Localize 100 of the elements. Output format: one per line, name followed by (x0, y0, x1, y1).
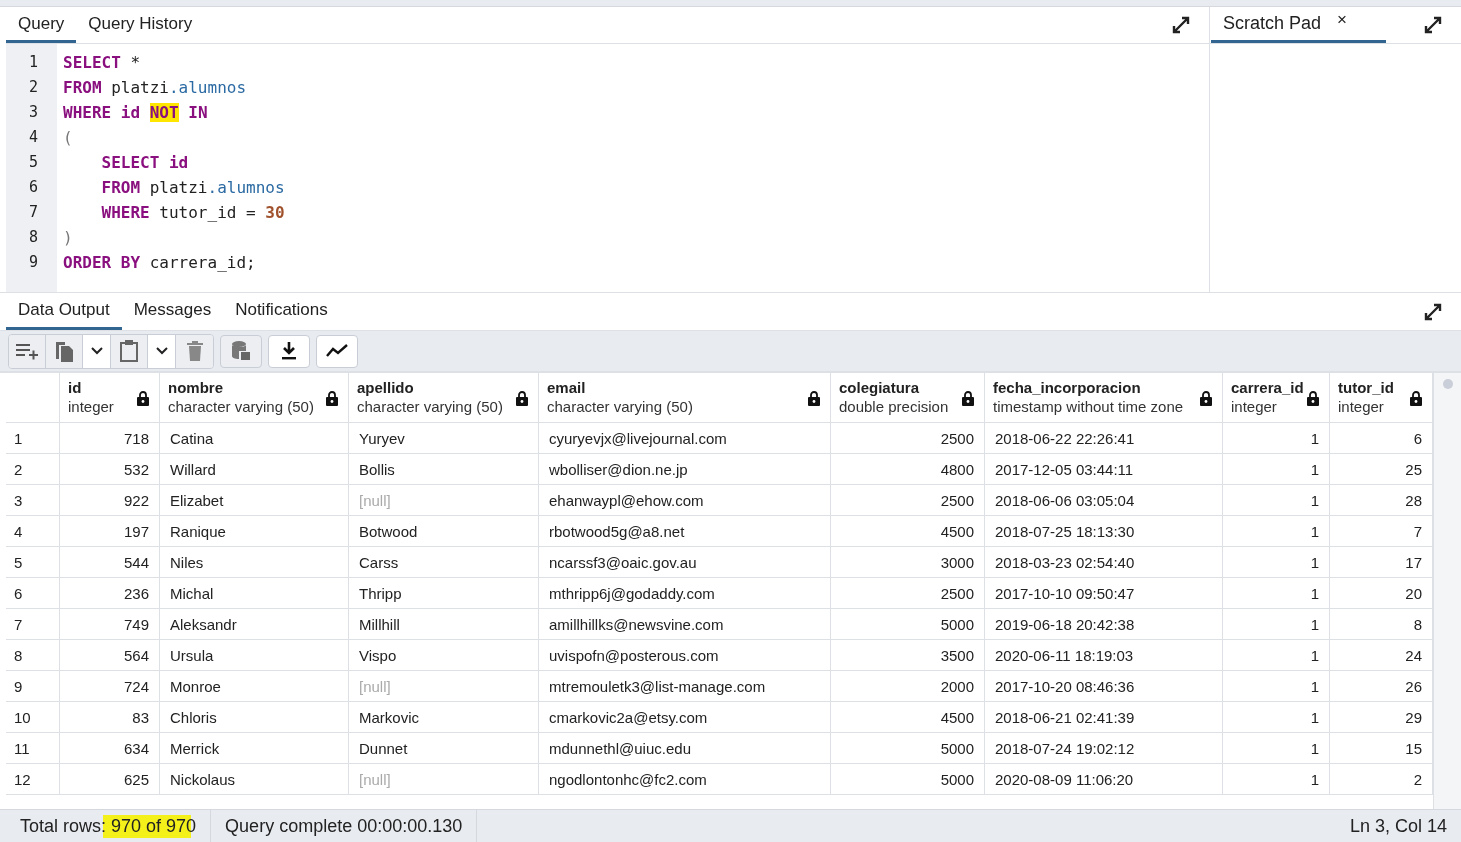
table-cell: 2020-06-11 18:19:03 (985, 640, 1223, 670)
table-cell: 1 (1223, 516, 1330, 546)
table-cell: 2018-06-06 03:05:04 (985, 485, 1223, 515)
table-cell: 83 (60, 702, 160, 732)
copy-icon (53, 339, 75, 363)
table-cell: 1 (1223, 454, 1330, 484)
query-tab[interactable]: Query History (76, 7, 205, 43)
table-cell: Catina (160, 423, 349, 453)
column-header[interactable]: colegiatura double precision (831, 373, 985, 422)
column-header[interactable]: email character varying (50) (539, 373, 831, 422)
table-cell: ngodlontonhc@fc2.com (539, 764, 831, 794)
table-cell: Monroe (160, 671, 349, 701)
table-cell: [null] (349, 485, 539, 515)
row-number: 3 (6, 485, 60, 515)
caret-icon (154, 346, 169, 356)
table-cell: 2020-08-09 11:06:20 (985, 764, 1223, 794)
line-number: 5 (28, 152, 39, 173)
table-cell: uvispofn@posterous.com (539, 640, 831, 670)
table-cell: 564 (60, 640, 160, 670)
table-cell: [null] (349, 764, 539, 794)
table-cell: 1 (1223, 671, 1330, 701)
table-cell: 1 (1223, 547, 1330, 577)
code-line: WHERE id NOT IN (63, 102, 209, 124)
result-tab[interactable]: Messages (121, 293, 224, 330)
graph-button[interactable] (316, 334, 358, 368)
table-cell: 749 (60, 609, 160, 639)
scrollbar-thumb[interactable] (1442, 379, 1453, 389)
column-header[interactable]: apellido character varying (50) (349, 373, 539, 422)
table-cell: 2018-07-25 18:13:30 (985, 516, 1223, 546)
table-cell: 544 (60, 547, 160, 577)
caret-button[interactable] (83, 334, 111, 368)
table-cell: Carss (349, 547, 539, 577)
table-cell: Bollis (349, 454, 539, 484)
table-cell: 724 (60, 671, 160, 701)
table-cell: 3500 (831, 640, 985, 670)
table-cell: Aleksandr (160, 609, 349, 639)
column-header[interactable]: nombre character varying (50) (160, 373, 349, 422)
table-cell: mthripp6j@godaddy.com (539, 578, 831, 608)
table-cell: rbotwood5g@a8.net (539, 516, 831, 546)
table-cell: ncarssf3@oaic.gov.au (539, 547, 831, 577)
expand-icon[interactable] (1423, 15, 1443, 35)
query-status: Query complete 00:00:00.130 (211, 810, 478, 842)
table-cell: 236 (60, 578, 160, 608)
column-header[interactable]: carrera_id integer (1223, 373, 1330, 422)
table-cell: 3000 (831, 547, 985, 577)
expand-icon[interactable] (1423, 301, 1443, 322)
lock-icon (1200, 391, 1212, 406)
expand-icon[interactable] (1171, 15, 1191, 35)
table-cell: mtremouletk3@list-manage.com (539, 671, 831, 701)
row-number: 7 (6, 609, 60, 639)
code-line: ) (63, 227, 74, 249)
table-cell: cmarkovic2a@etsy.com (539, 702, 831, 732)
line-number: 8 (28, 227, 39, 248)
table-cell: 2019-06-18 20:42:38 (985, 609, 1223, 639)
download-button[interactable] (268, 334, 310, 368)
row-number: 4 (6, 516, 60, 546)
column-header[interactable]: id integer (60, 373, 160, 422)
table-cell: Merrick (160, 733, 349, 763)
table-cell: Chloris (160, 702, 349, 732)
table-cell: Vispo (349, 640, 539, 670)
add-row-button[interactable] (9, 334, 46, 368)
table-cell: 4800 (831, 454, 985, 484)
result-tab[interactable]: Notifications (223, 293, 340, 330)
line-number: 9 (28, 252, 39, 273)
line-number: 7 (28, 202, 39, 223)
table-cell: Niles (160, 547, 349, 577)
table-cell: ehanwaypl@ehow.com (539, 485, 831, 515)
caret-button[interactable] (148, 334, 176, 368)
save-data-button[interactable] (220, 334, 262, 368)
lock-icon (808, 391, 820, 406)
row-number: 8 (6, 640, 60, 670)
column-header[interactable]: fecha_incorporacion timestamp without time zone (985, 373, 1223, 422)
table-cell: 2017-12-05 03:44:11 (985, 454, 1223, 484)
table-cell: Thripp (349, 578, 539, 608)
database-icon (230, 340, 252, 362)
download-icon (279, 340, 299, 362)
table-cell: 1 (1223, 764, 1330, 794)
code-line: FROM platzi.alumnos (100, 177, 285, 199)
table-cell: 2500 (831, 423, 985, 453)
clipboard-icon (119, 339, 139, 363)
table-cell: 922 (60, 485, 160, 515)
caret-icon (89, 346, 104, 356)
cursor-position: Ln 3, Col 14 (1348, 814, 1448, 838)
table-cell: 1 (1223, 640, 1330, 670)
close-icon[interactable]: × (1337, 9, 1347, 30)
table-cell: 2018-06-22 22:26:41 (985, 423, 1223, 453)
table-cell: 2500 (831, 578, 985, 608)
row-number: 5 (6, 547, 60, 577)
line-number: 6 (28, 177, 39, 198)
table-cell: 1 (1223, 423, 1330, 453)
scrollbar[interactable] (1433, 373, 1461, 809)
table-cell: cyuryevjx@livejournal.com (539, 423, 831, 453)
line-number: 2 (28, 77, 39, 98)
table-cell: 1 (1223, 578, 1330, 608)
scratch-pad-tab[interactable]: Scratch Pad × (1211, 7, 1386, 43)
table-cell: 2017-10-20 08:46:36 (985, 671, 1223, 701)
table-cell: 5000 (831, 733, 985, 763)
table-cell: Willard (160, 454, 349, 484)
row-number: 1 (6, 423, 60, 453)
lock-icon (326, 391, 338, 406)
